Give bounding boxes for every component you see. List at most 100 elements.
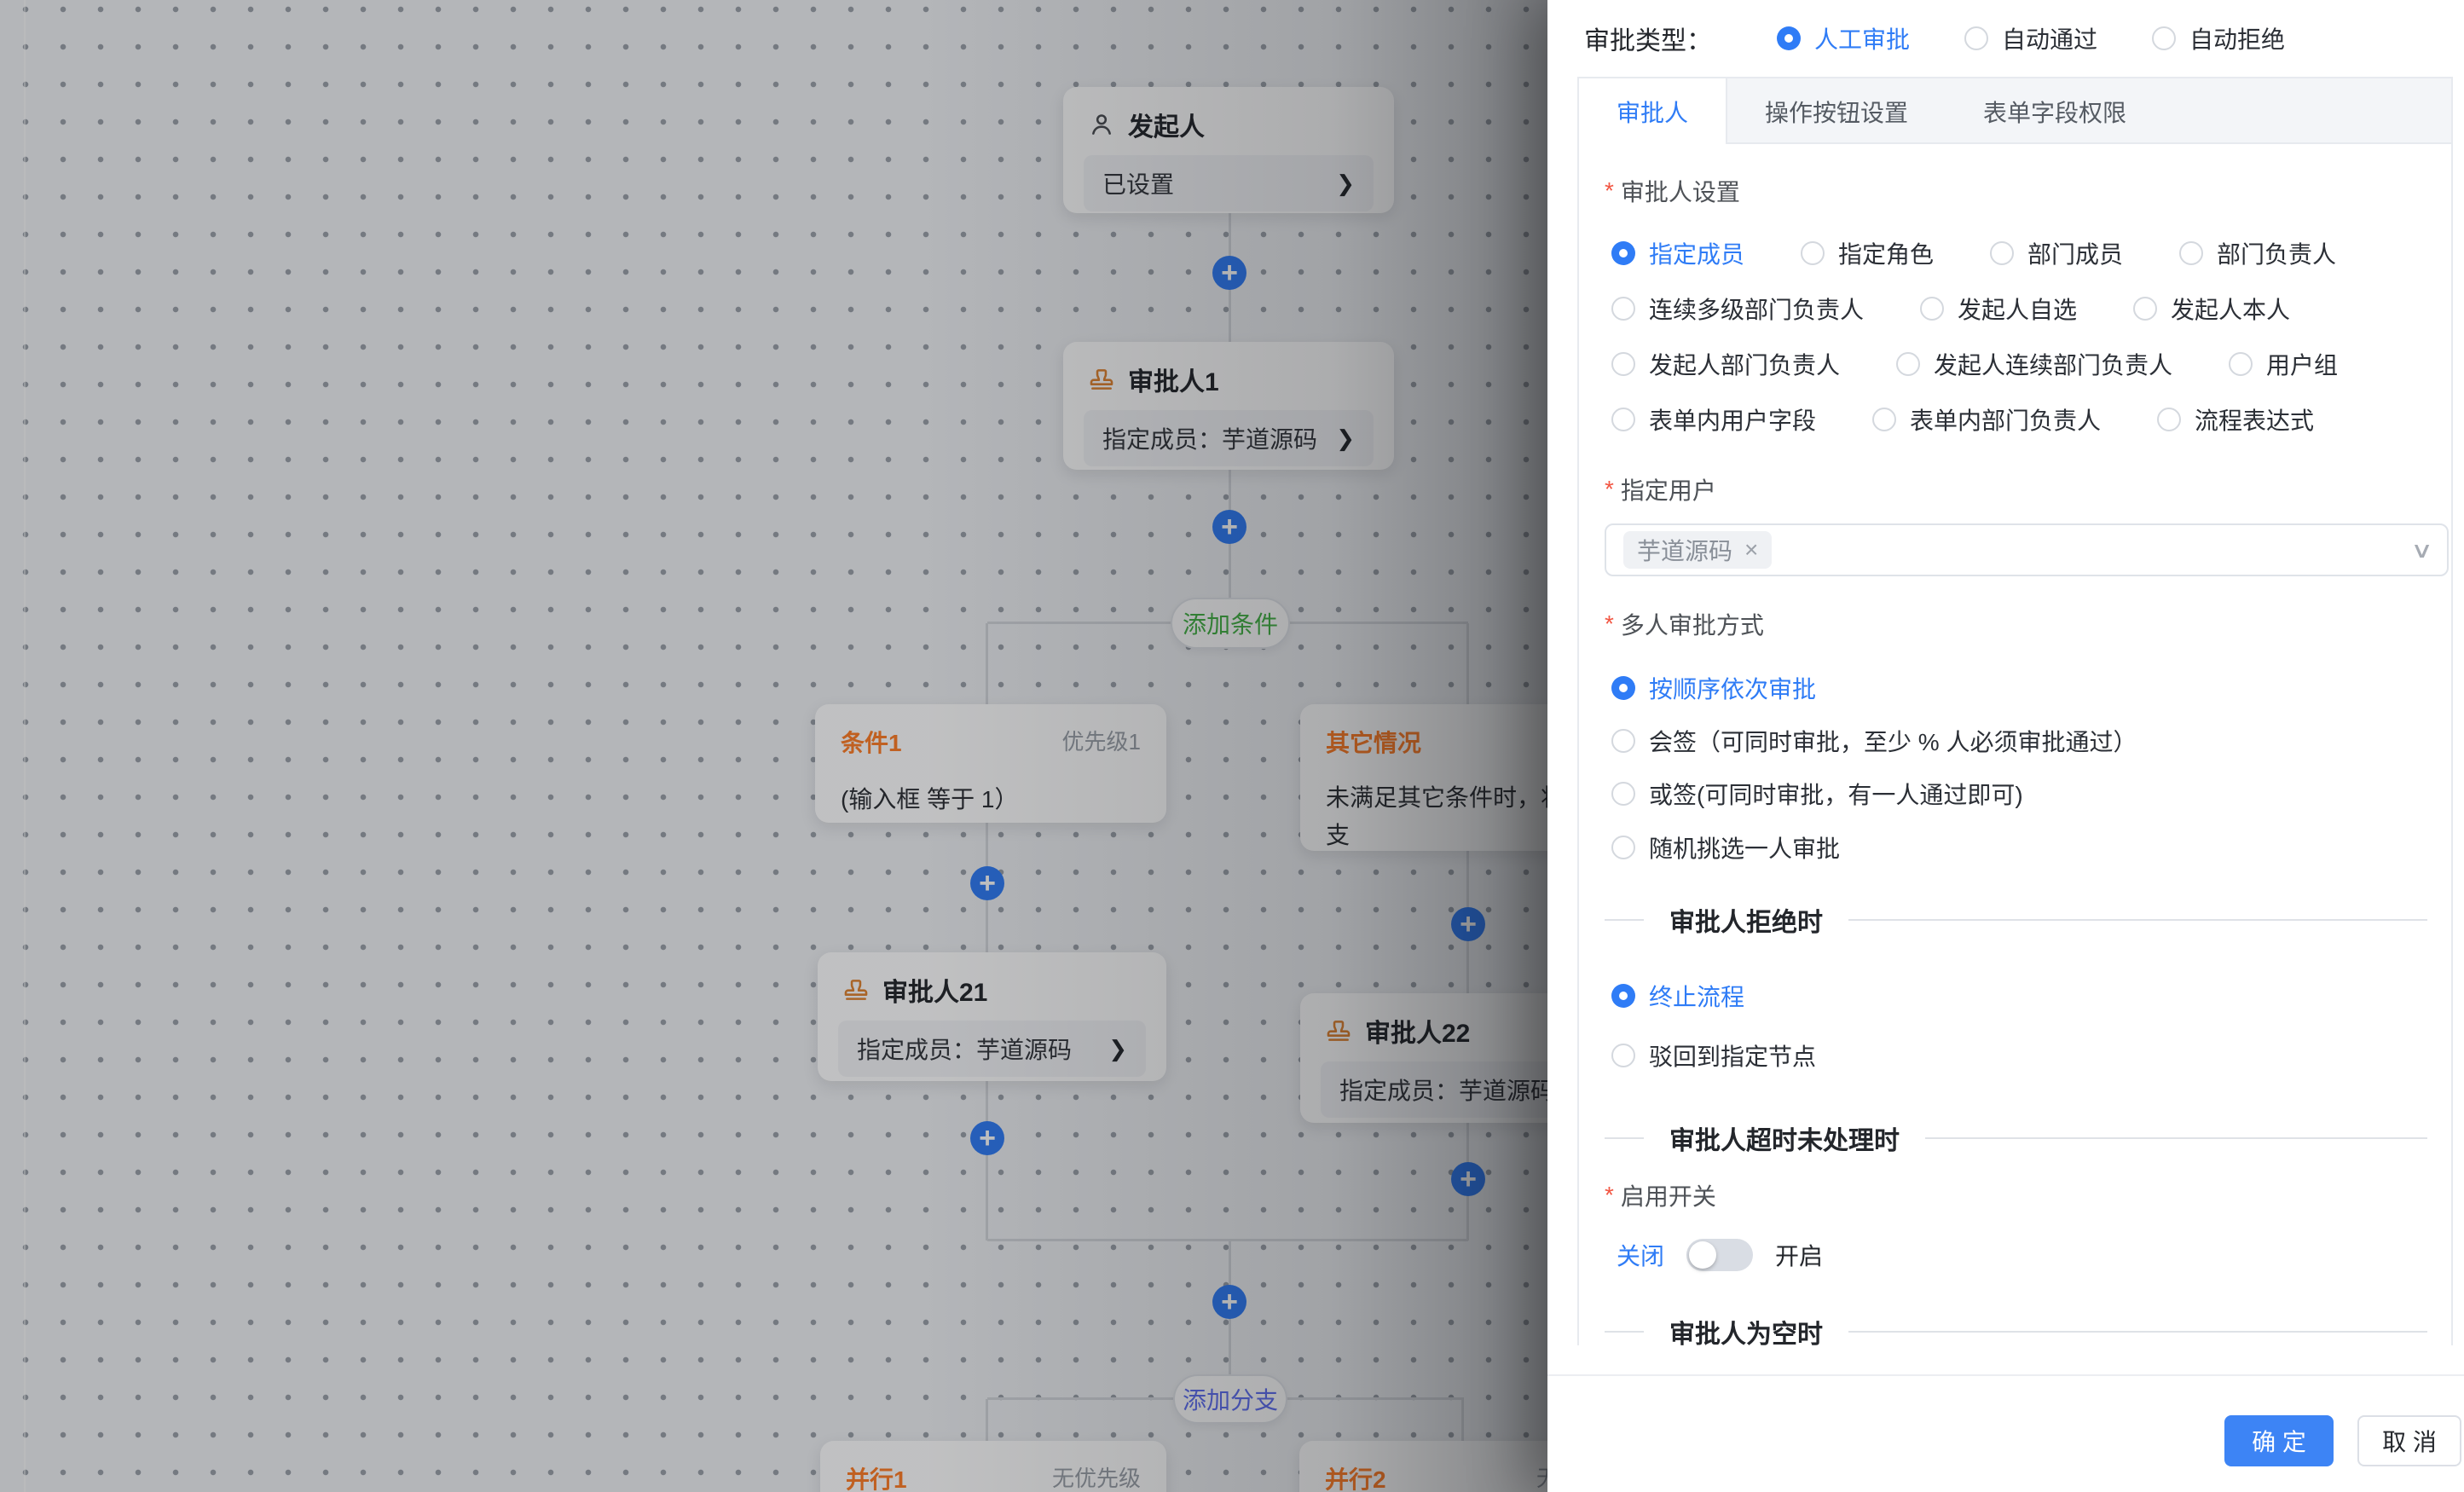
on-reject-option: 驳回到指定节点 <box>1611 1038 1816 1069</box>
radio-label: 流程表达式 <box>2195 402 2314 437</box>
user-tag[interactable]: 芋道源码 × <box>1623 531 1772 569</box>
switch-on-label: 开启 <box>1775 1238 1823 1272</box>
radio-label: 发起人自选 <box>1958 292 2077 326</box>
modal-overlay <box>0 0 1547 1492</box>
multi-approve-label: * 多人审批方式 <box>1605 609 1764 639</box>
radio-label: 按顺序依次审批 <box>1649 671 1816 705</box>
radio-dot <box>1611 676 1635 700</box>
radio-dept-leader[interactable]: 部门负责人 <box>2179 236 2336 270</box>
radio-label: 表单内部门负责人 <box>1910 402 2101 437</box>
radio-dot <box>1611 984 1635 1008</box>
radio-starter-choose[interactable]: 发起人自选 <box>1920 292 2077 326</box>
approver-setting-row2: 连续多级部门负责人 发起人自选 发起人本人 <box>1611 293 2290 324</box>
radio-dot <box>2157 408 2181 431</box>
radio-label: 自动拒绝 <box>2189 21 2285 55</box>
radio-dot <box>1920 297 1944 321</box>
radio-starter-self[interactable]: 发起人本人 <box>2133 292 2290 326</box>
tag-close-icon[interactable]: × <box>1744 536 1758 564</box>
multi-approve-option: 或签(可同时审批，有一人通过即可) <box>1611 777 2023 807</box>
on-reject-option: 终止流程 <box>1611 979 1744 1009</box>
radio-dot <box>1611 241 1635 265</box>
radio-label: 表单内用户字段 <box>1649 402 1816 437</box>
radio-label: 连续多级部门负责人 <box>1649 292 1864 326</box>
on-reject-title: 审批人拒绝时 <box>1669 901 1823 939</box>
radio-label: 部门成员 <box>2027 236 2123 270</box>
radio-dot <box>1611 1044 1635 1067</box>
multi-approve-option: 会签（可同时审批，至少 % 人必须审批通过） <box>1611 724 2137 755</box>
radio-label: 自动通过 <box>2002 21 2097 55</box>
cancel-button[interactable]: 取 消 <box>2357 1415 2461 1466</box>
radio-user-group[interactable]: 用户组 <box>2229 347 2338 381</box>
radio-label: 指定成员 <box>1649 236 1744 270</box>
radio-countersign[interactable]: 会签（可同时审批，至少 % 人必须审批通过） <box>1611 724 2137 758</box>
radio-dot <box>1964 26 1988 50</box>
radio-random-one[interactable]: 随机挑选一人审批 <box>1611 830 1840 865</box>
radio-label: 随机挑选一人审批 <box>1649 830 1840 865</box>
radio-process-expression[interactable]: 流程表达式 <box>2157 402 2314 437</box>
tab-approver[interactable]: 审批人 <box>1579 78 1727 144</box>
tab-button-settings[interactable]: 操作按钮设置 <box>1727 78 1946 144</box>
radio-manual-approve[interactable]: 人工审批 <box>1777 21 1910 55</box>
required-asterisk: * <box>1605 1182 1614 1209</box>
required-asterisk: * <box>1605 476 1614 503</box>
tab-form-field-permissions[interactable]: 表单字段权限 <box>1946 78 2164 144</box>
on-empty-title: 审批人为空时 <box>1669 1313 1823 1345</box>
enable-switch-label: * 启用开关 <box>1605 1180 1716 1211</box>
multi-approve-option: 按顺序依次审批 <box>1611 671 1816 702</box>
multi-approve-option: 随机挑选一人审批 <box>1611 830 1840 861</box>
radio-label: 终止流程 <box>1649 979 1744 1013</box>
radio-auto-pass[interactable]: 自动通过 <box>1964 21 2097 55</box>
radio-return-to-node[interactable]: 驳回到指定节点 <box>1611 1038 1816 1073</box>
radio-label: 发起人本人 <box>2171 292 2290 326</box>
radio-label: 或签(可同时审批，有一人通过即可) <box>1649 777 2023 811</box>
chevron-down-icon: ∨ <box>2410 537 2433 564</box>
assign-user-select[interactable]: 芋道源码 × ∨ <box>1605 523 2449 576</box>
workflow-designer: 发起人 已设置 ❯ + 审批人1 指定成员：芋道源码 ❯ <box>0 0 2464 1492</box>
radio-dot <box>2229 352 2253 376</box>
radio-label: 发起人部门负责人 <box>1649 347 1840 381</box>
required-asterisk: * <box>1605 177 1614 205</box>
radio-dept-member[interactable]: 部门成员 <box>1990 236 2123 270</box>
radio-label: 驳回到指定节点 <box>1649 1038 1816 1073</box>
timeout-toggle[interactable] <box>1686 1239 1753 1271</box>
radio-dot <box>1611 297 1635 321</box>
approver-setting-label: * 审批人设置 <box>1605 176 1740 206</box>
tab-strip: 审批人 操作按钮设置 表单字段权限 <box>1579 78 2451 144</box>
radio-assign-member[interactable]: 指定成员 <box>1611 236 1744 270</box>
confirm-button[interactable]: 确 定 <box>2224 1415 2334 1466</box>
radio-starter-dept-leader[interactable]: 发起人部门负责人 <box>1611 347 1840 381</box>
radio-dot <box>1611 836 1635 859</box>
required-asterisk: * <box>1605 610 1614 638</box>
approver-setting-row4: 表单内用户字段 表单内部门负责人 流程表达式 <box>1611 404 2314 435</box>
radio-dot <box>1777 26 1801 50</box>
radio-assign-role[interactable]: 指定角色 <box>1801 236 1934 270</box>
radio-dot <box>1896 352 1920 376</box>
radio-dot <box>1990 241 2014 265</box>
radio-form-user-field[interactable]: 表单内用户字段 <box>1611 402 1816 437</box>
radio-label: 会签（可同时审批，至少 % 人必须审批通过） <box>1649 724 2137 758</box>
radio-multi-level-dept-leader[interactable]: 连续多级部门负责人 <box>1611 292 1864 326</box>
drawer-footer: 确 定 取 消 <box>1547 1374 2464 1492</box>
radio-orsign[interactable]: 或签(可同时审批，有一人通过即可) <box>1611 777 2023 811</box>
on-timeout-divider: 审批人超时未处理时 <box>1605 1123 2427 1154</box>
approve-type-label: 审批类型： <box>1584 20 1712 57</box>
approver-setting-row1: 指定成员 指定角色 部门成员 部门负责人 <box>1611 238 2336 269</box>
on-timeout-title: 审批人超时未处理时 <box>1669 1119 1900 1157</box>
tab-content: * 审批人设置 指定成员 指定角色 部门成员 部门负责人 连续多级部门负责人 发… <box>1579 144 2451 1345</box>
radio-auto-reject[interactable]: 自动拒绝 <box>2152 21 2285 55</box>
radio-dot <box>1611 408 1635 431</box>
radio-form-dept-leader[interactable]: 表单内部门负责人 <box>1872 402 2101 437</box>
radio-label: 指定角色 <box>1838 236 1934 270</box>
radio-terminate-process[interactable]: 终止流程 <box>1611 979 1744 1013</box>
on-empty-divider: 审批人为空时 <box>1605 1316 2427 1345</box>
switch-off-label: 关闭 <box>1617 1238 1664 1272</box>
divider-line <box>1605 1137 1644 1139</box>
radio-sequential-approve[interactable]: 按顺序依次审批 <box>1611 671 1816 705</box>
radio-starter-multi-dept-leader[interactable]: 发起人连续部门负责人 <box>1896 347 2172 381</box>
radio-label: 发起人连续部门负责人 <box>1934 347 2172 381</box>
assign-user-label: * 指定用户 <box>1605 474 1716 505</box>
divider-line <box>1848 919 2427 921</box>
user-tag-label: 芋道源码 <box>1637 533 1732 567</box>
divider-line <box>1925 1137 2427 1139</box>
divider-line <box>1605 919 1644 921</box>
